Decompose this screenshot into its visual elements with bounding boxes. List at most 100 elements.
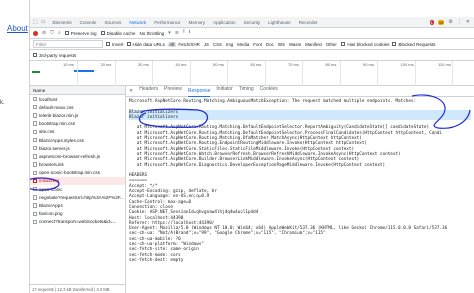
network-timeline-overview[interactable]: 10 ms 20 ms 30 ms 40 ms 50 ms 60 ms 70 ms 80 ms…	[30, 61, 474, 86]
request-row[interactable]: blazor.server.js	[30, 144, 125, 152]
request-row[interactable]: site.css	[30, 128, 125, 136]
type-filter-ws[interactable]: WS	[276, 42, 286, 47]
third-party-checkbox[interactable]: 3rd-party requests	[33, 53, 76, 58]
tab-lighthouse[interactable]: Lighthouse	[264, 17, 294, 27]
type-filter-wasm[interactable]: Wasm	[287, 42, 302, 47]
type-filter-other[interactable]: Other	[324, 42, 338, 47]
close-devtools-icon[interactable]: ✕	[466, 19, 470, 25]
type-filter-manifest[interactable]: Manifest	[304, 42, 324, 47]
about-link[interactable]: About	[7, 24, 28, 33]
request-row[interactable]: BlazorApp4.styles.css	[30, 136, 125, 144]
timeline-tick-label: 50 ms	[213, 62, 224, 67]
timeline-tick-label: 30 ms	[138, 62, 149, 67]
more-options-icon[interactable]: ⋮	[457, 19, 462, 25]
detail-tab-headers[interactable]: Headers	[139, 86, 158, 97]
error-count-badge[interactable]: 1	[429, 19, 434, 25]
detail-tab-preview[interactable]: Preview	[164, 86, 182, 97]
tab-sources[interactable]: Sources	[100, 17, 125, 27]
clear-icon[interactable]: ⊘	[42, 30, 46, 36]
file-icon	[33, 203, 37, 208]
timeline-tick-label: 110 ms	[438, 62, 451, 67]
warning-count-badge[interactable]: 19	[437, 19, 445, 25]
hide-data-urls-checkbox[interactable]: Hide data URLs	[126, 42, 165, 47]
request-list-header[interactable]: Name	[30, 86, 125, 95]
request-row[interactable]: default-mavx.css	[30, 103, 125, 111]
disable-cache-checkbox[interactable]: Disable cache	[100, 31, 135, 36]
detail-tab-cookies[interactable]: Cookies	[260, 86, 278, 97]
request-row[interactable]: bootstrap.min.css	[30, 120, 125, 128]
detail-tab-response[interactable]: Response	[187, 86, 211, 97]
type-filter-js[interactable]: JS	[202, 42, 210, 47]
type-filter-all[interactable]: All	[167, 41, 176, 47]
settings-gear-icon[interactable]: ⚙	[448, 19, 452, 25]
network-conditions-icon[interactable]: ≋	[175, 30, 179, 36]
timeline-gridline	[452, 61, 453, 86]
timeline-tick-label: 100 ms	[400, 62, 414, 67]
request-name: connect?transport=webSockets&id=...	[39, 219, 117, 225]
request-name: aspnetcore-browser-refresh.js	[39, 153, 101, 159]
file-icon	[33, 146, 37, 151]
request-row[interactable]: browserLink	[30, 161, 125, 169]
tab-security[interactable]: Security	[240, 17, 265, 27]
devtools-tab-bar: ⬚ ▭ Elements Console Sources Network Perform…	[30, 17, 474, 28]
invert-checkbox[interactable]: Invert	[106, 42, 124, 47]
timeline-tick-label: 10 ms	[63, 62, 74, 67]
request-row[interactable]: BlazorApp4	[30, 201, 125, 209]
import-har-icon[interactable]: ⭱	[183, 29, 185, 37]
blocked-cookies-checkbox[interactable]: Has blocked cookies	[341, 42, 389, 47]
preserve-log-checkbox[interactable]: Preserve log	[64, 31, 97, 36]
detail-tab-initiator[interactable]: Initiator	[216, 86, 232, 97]
detail-tab-timing[interactable]: Timing	[239, 86, 254, 97]
tab-elements[interactable]: Elements	[48, 17, 75, 27]
request-name: localhost	[39, 96, 58, 102]
file-icon	[33, 137, 37, 143]
tab-console[interactable]: Console	[76, 17, 101, 27]
tab-recorder[interactable]: Recorder	[295, 17, 322, 27]
export-har-icon[interactable]: ⭳	[189, 29, 191, 37]
request-row[interactable]: initializers	[30, 176, 125, 186]
filter-input[interactable]: Filter	[33, 40, 103, 48]
throttling-select[interactable]: No throttling	[139, 31, 164, 36]
request-name: BlazorApp4.styles.css	[39, 137, 84, 143]
device-toggle-icon[interactable]: ▭	[41, 19, 49, 25]
record-icon[interactable]	[33, 30, 38, 36]
request-detail-panel: ✕ Headers Preview Response Initiator Timing C…	[126, 86, 474, 293]
tab-performance[interactable]: Performance	[150, 17, 184, 27]
request-name: open-iconic	[39, 186, 63, 192]
close-detail-icon[interactable]: ✕	[129, 88, 133, 94]
type-filter-css[interactable]: CSS	[211, 42, 223, 47]
detail-tab-bar: ✕ Headers Preview Response Initiator Timing C…	[126, 86, 474, 97]
type-filter-img[interactable]: Img	[224, 42, 234, 47]
timeline-tick-label: 40 ms	[175, 62, 187, 67]
file-icon	[33, 96, 37, 102]
inspect-icon[interactable]: ⬚	[30, 19, 41, 25]
type-filter-fetchxhr[interactable]: Fetch/XHR	[177, 42, 201, 47]
response-body[interactable]: Microsoft.AspNetCore.Routing.Matching.Am…	[126, 97, 474, 293]
file-icon	[33, 211, 37, 216]
type-filter-doc[interactable]: Doc	[265, 42, 276, 47]
request-row[interactable]: localhost	[30, 95, 125, 103]
page-viewport: About k.	[0, 0, 30, 293]
chevron-down-icon[interactable]: ▾	[168, 30, 171, 36]
filter-icon[interactable]: ⛉	[50, 30, 54, 36]
request-row[interactable]: connect?transport=webSockets&id=...	[30, 218, 125, 226]
tab-network[interactable]: Network	[125, 17, 151, 27]
filter-toolbar: Filter Invert Hide data URLs All Fetch/XH…	[30, 39, 474, 50]
request-row[interactable]: open-iconic-bootstrap.min.css	[30, 169, 125, 177]
tab-memory[interactable]: Memory	[185, 17, 210, 27]
request-name: browserLink	[39, 162, 64, 168]
request-row[interactable]: aspnetcore-browser-refresh.js	[30, 152, 125, 160]
request-row[interactable]: open-iconic	[30, 185, 125, 193]
timeline-tick-label: 70 ms	[288, 62, 299, 67]
request-row[interactable]: telerik-blazor.min.js	[30, 111, 125, 119]
tab-application[interactable]: Application	[209, 17, 239, 27]
blocked-requests-checkbox[interactable]: Blocked Requests	[392, 42, 435, 47]
type-filter-font[interactable]: Font	[252, 42, 264, 47]
request-row[interactable]: favicon.png	[30, 210, 125, 218]
timeline-gridline	[152, 61, 153, 86]
request-row[interactable]: negotiate?requestUrl=http%3A%2F%2F...	[30, 193, 125, 201]
search-icon[interactable]: ⌕	[58, 30, 61, 36]
request-name: blazor.server.js	[39, 145, 70, 151]
request-list: Name localhost default-mavx.css telerik-bl…	[30, 86, 126, 293]
type-filter-media[interactable]: Media	[236, 42, 251, 47]
